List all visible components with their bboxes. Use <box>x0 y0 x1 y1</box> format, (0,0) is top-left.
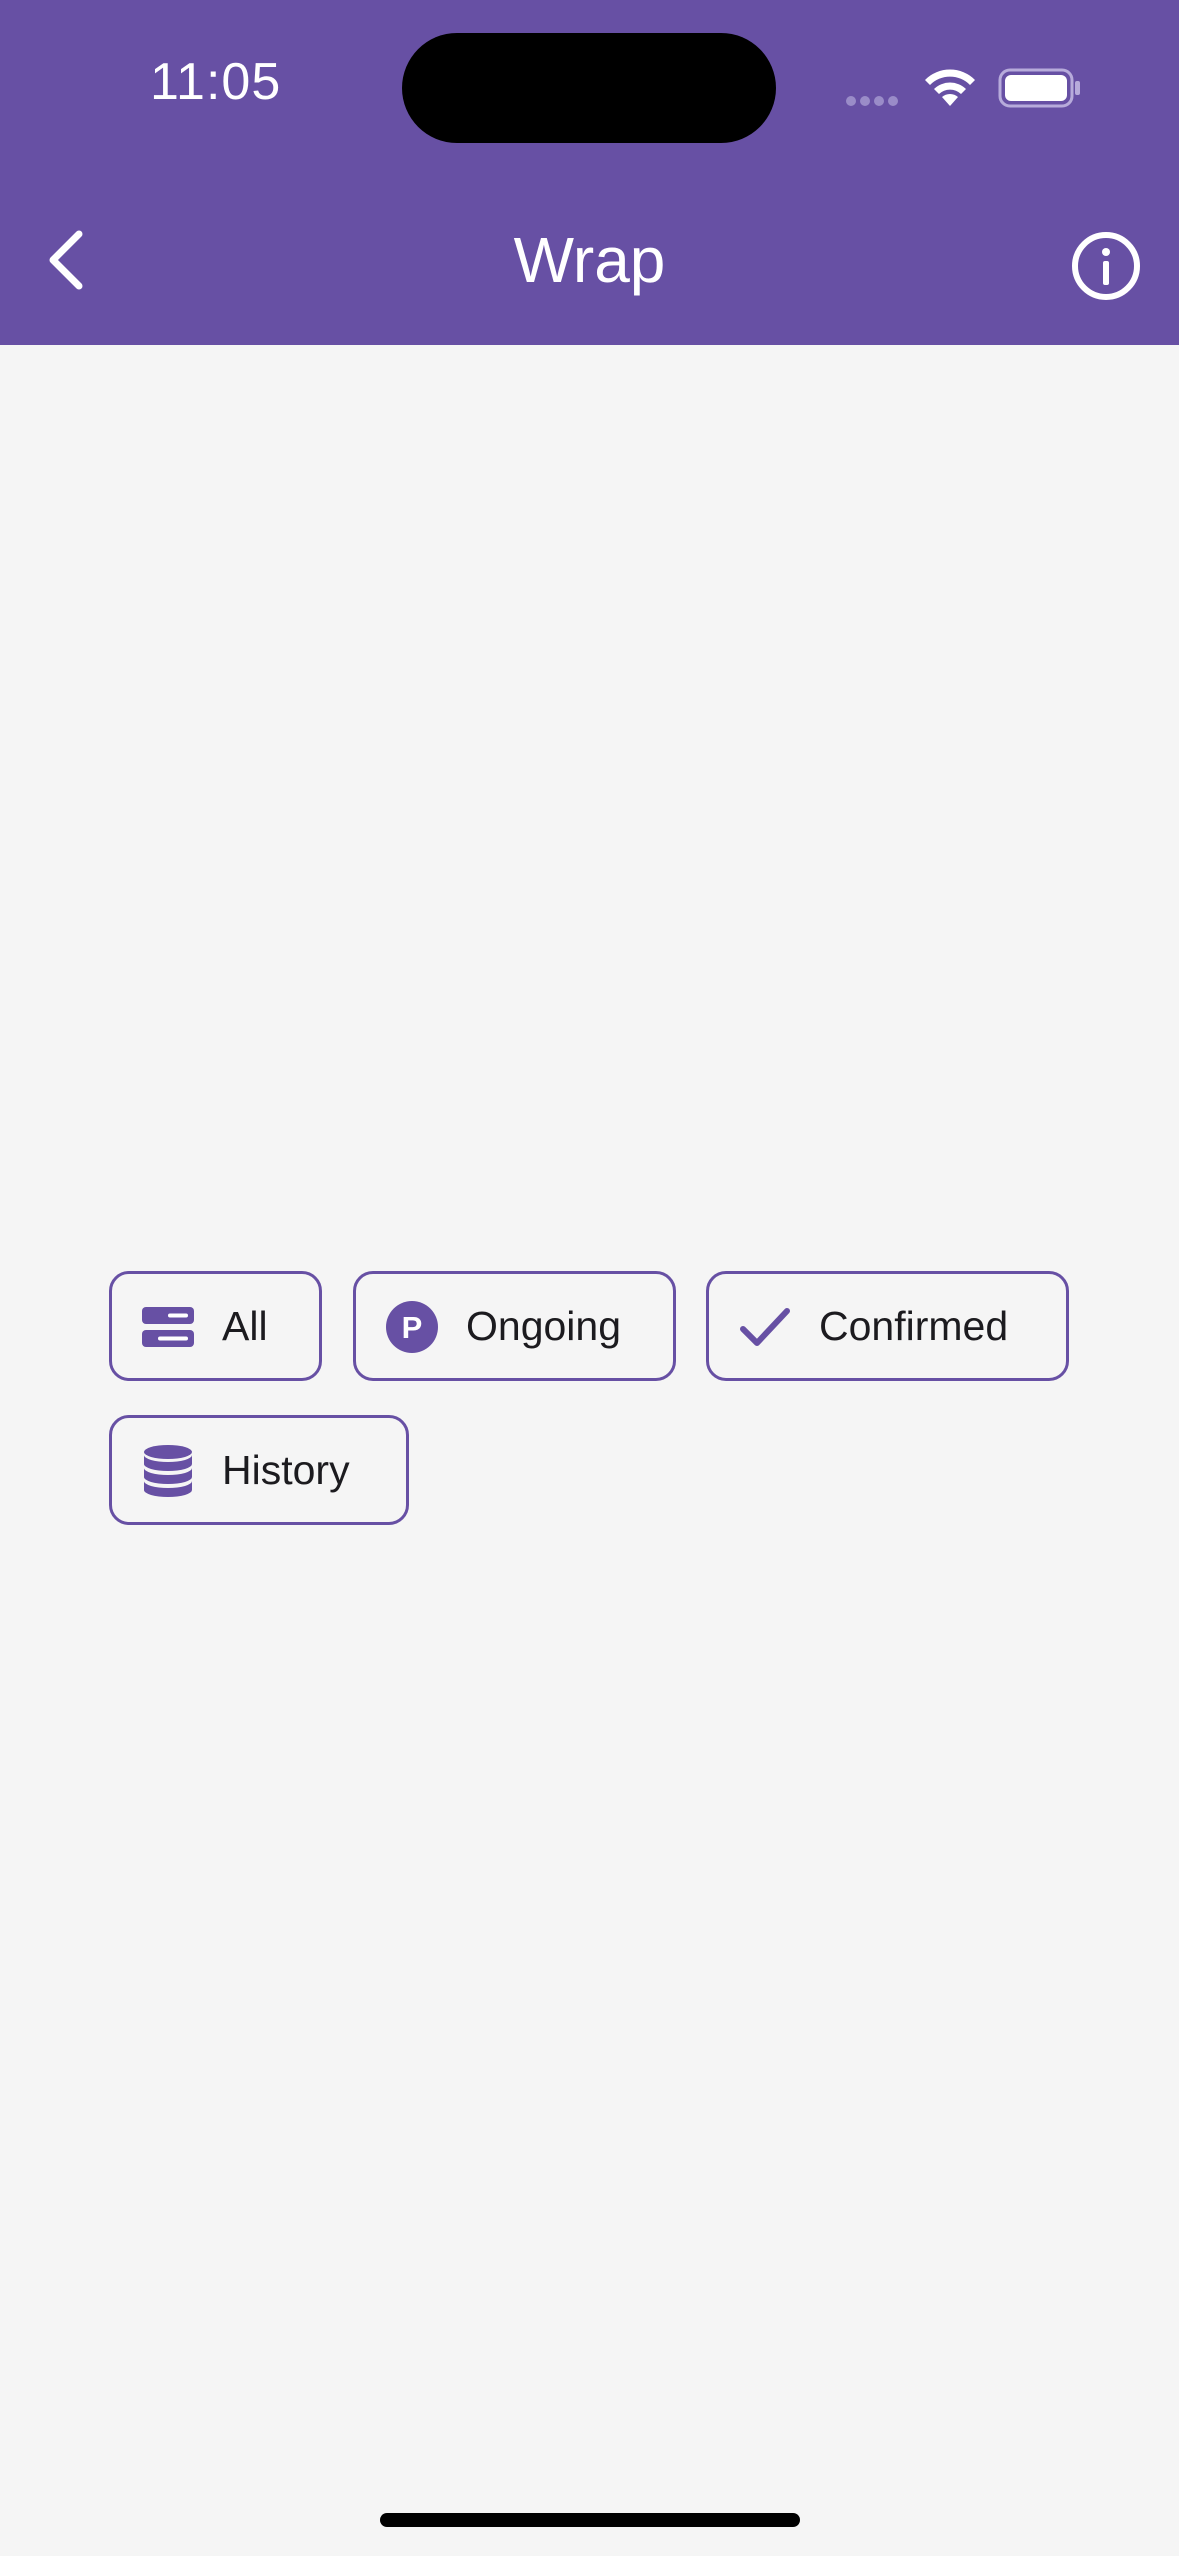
chip-label: All <box>222 1303 268 1349</box>
battery-icon <box>998 68 1080 108</box>
chip-label: Ongoing <box>466 1303 622 1349</box>
info-button[interactable] <box>1068 228 1144 304</box>
check-icon <box>740 1308 790 1346</box>
chip-label: Confirmed <box>819 1303 1009 1349</box>
chip-all[interactable]: All <box>109 1271 322 1381</box>
letter-p-circle-icon: P <box>386 1301 438 1353</box>
svg-text:P: P <box>402 1310 423 1345</box>
chip-confirmed[interactable]: Confirmed <box>706 1271 1069 1381</box>
app-bar: 11:05 Wrap <box>0 0 1179 345</box>
chip-label: History <box>222 1447 350 1493</box>
chip-history[interactable]: History <box>109 1415 409 1525</box>
page-title: Wrap <box>513 224 666 296</box>
list-icon <box>142 1307 194 1347</box>
dynamic-island <box>402 33 776 143</box>
wifi-icon <box>925 69 975 106</box>
cellular-signal-icon <box>846 96 898 106</box>
chip-ongoing[interactable]: P Ongoing <box>353 1271 676 1381</box>
database-icon <box>144 1445 192 1497</box>
home-indicator[interactable] <box>380 2513 800 2527</box>
status-time: 11:05 <box>150 53 282 111</box>
